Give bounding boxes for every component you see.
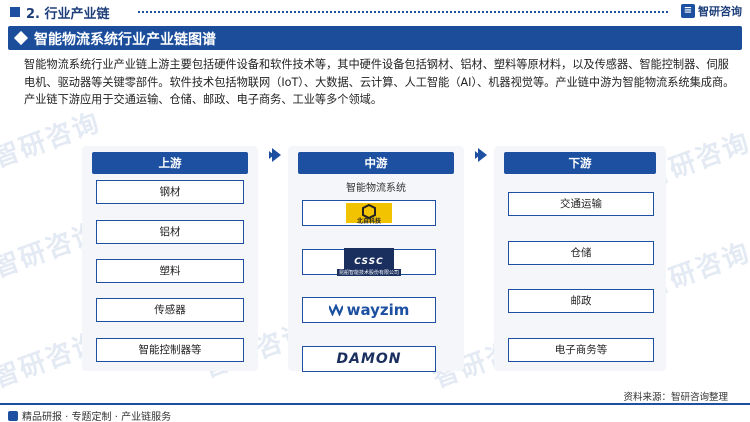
upstream-item: 铝材 [96, 220, 244, 244]
brand-name: 智研咨询 [698, 5, 742, 18]
brand-logo-icon: ≡ [681, 4, 695, 18]
company-logo-beiming: 北自科技 [302, 200, 436, 226]
logo-cssc-text: CSSC [354, 257, 384, 267]
title-banner: 智能物流系统行业产业链图谱 [8, 26, 742, 50]
downstream-item: 交通运输 [508, 192, 654, 216]
description-text: 智能物流系统行业产业链上游主要包括硬件设备和软件技术等，其中硬件设备包括钢材、铝… [24, 58, 735, 106]
footer-services-text: 精品研报 · 专题定制 · 产业链服务 [22, 412, 172, 422]
arrow-right-icon [475, 148, 487, 162]
logo-cssc-subtext: 昆船智能技术股份有限公司 [336, 269, 401, 276]
midstream-subtitle: 智能物流系统 [346, 183, 406, 194]
company-logo-damon: DAMON [302, 346, 436, 372]
footer-divider [0, 403, 750, 405]
brand-logo: ≡ 智研咨询 [681, 3, 742, 19]
upstream-item: 塑料 [96, 259, 244, 283]
midstream-header: 中游 [298, 152, 454, 174]
section-title: 2. 行业产业链 [26, 7, 110, 22]
downstream-column: 下游 交通运输 仓储 邮政 电子商务等 [494, 146, 666, 371]
logo-beiming-text: 北自科技 [356, 218, 381, 225]
upstream-column: 上游 钢材 铝材 塑料 传感器 智能控制器等 [82, 146, 258, 371]
arrow-right-icon [269, 148, 281, 162]
logo-damon-text: DAMON [336, 351, 402, 367]
company-logo-cssc: CSSC 昆船智能技术股份有限公司 [302, 248, 436, 276]
upstream-item: 智能控制器等 [96, 338, 244, 362]
upstream-header: 上游 [92, 152, 248, 174]
company-logo-wayzim: wayzim [302, 297, 436, 323]
section-marker-icon [10, 7, 20, 17]
wayzim-logo-icon [328, 304, 343, 316]
footer-services: 精品研报 · 专题定制 · 产业链服务 [8, 408, 171, 422]
dotted-divider [138, 11, 668, 13]
midstream-column: 中游 智能物流系统 北自科技 CSSC 昆船智能技术股份有限公司 wayzim … [288, 146, 464, 372]
footer: 精品研报 · 专题定制 · 产业链服务 [0, 403, 750, 422]
logo-wayzim-text: wayzim [346, 301, 410, 319]
top-bar: 2. 行业产业链 ≡ 智研咨询 [0, 0, 750, 24]
downstream-item: 电子商务等 [508, 338, 654, 362]
diamond-icon [13, 30, 29, 46]
brand-mark-icon [8, 410, 18, 421]
downstream-header: 下游 [504, 152, 656, 174]
downstream-item: 仓储 [508, 241, 654, 265]
upstream-item: 传感器 [96, 298, 244, 322]
downstream-item: 邮政 [508, 289, 654, 313]
upstream-item: 钢材 [96, 180, 244, 204]
page-title: 智能物流系统行业产业链图谱 [34, 32, 216, 48]
source-note: 资料来源：智研咨询整理 [623, 392, 728, 403]
